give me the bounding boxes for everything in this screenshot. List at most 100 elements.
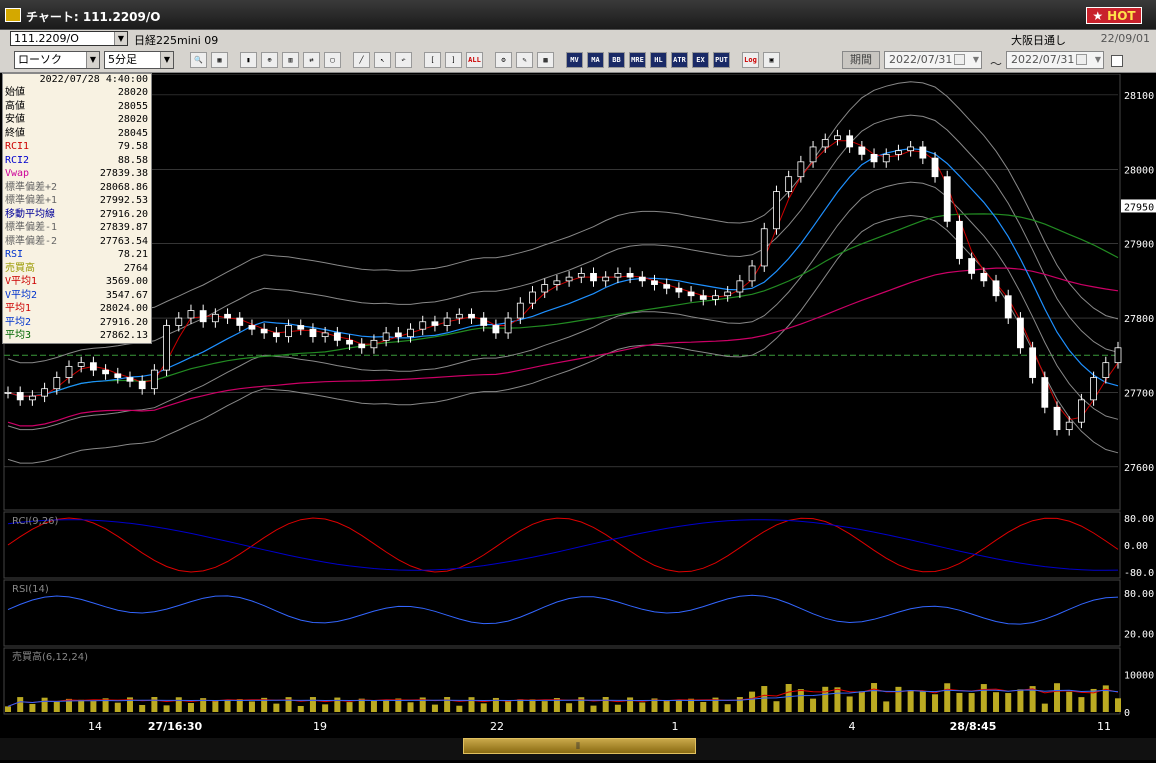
- info-row: V平均2 3547.67: [3, 289, 151, 303]
- settings-icon[interactable]: ⚙: [495, 52, 512, 68]
- candle-body: [1041, 377, 1049, 408]
- layout-icon[interactable]: ▦: [211, 52, 228, 68]
- calendar-icon[interactable]: [1076, 54, 1087, 65]
- candle-body: [919, 146, 927, 159]
- instrument-bar: 111.2209/O ▼ 日経225mini 09 大阪日通し 22/09/01: [0, 30, 1156, 47]
- volume-bar: [883, 701, 890, 712]
- palette-icon[interactable]: ▩: [537, 52, 554, 68]
- price-tick-label: 28100: [1124, 91, 1154, 102]
- info-row: 終値 28045: [3, 127, 151, 141]
- zoom-icon[interactable]: 🔍: [190, 52, 207, 68]
- candle-body: [821, 139, 829, 148]
- volume-bar: [1054, 683, 1061, 712]
- chart-type-select[interactable]: ローソク ▼: [14, 51, 100, 69]
- chevron-down-icon[interactable]: ▼: [973, 52, 979, 68]
- volume-bar: [529, 699, 536, 712]
- info-value: 3547.67: [105, 289, 148, 301]
- ma-icon[interactable]: MA: [587, 52, 604, 68]
- volume-bar: [114, 702, 121, 712]
- bollinger-upper2: [7, 81, 1119, 330]
- candle-body: [785, 176, 793, 192]
- chart-area[interactable]: 28100 28000 27900 27800 27700 27600 27950 RCI(9…: [0, 73, 1156, 760]
- candle-icon[interactable]: ▮: [240, 52, 257, 68]
- volume-bar: [907, 690, 914, 712]
- brush-icon[interactable]: ✎: [516, 52, 533, 68]
- candle-body: [882, 153, 890, 163]
- info-row: 標準偏差-2 27763.54: [3, 235, 151, 249]
- info-value: 3569.00: [105, 276, 148, 287]
- mv-icon[interactable]: MV: [566, 52, 583, 68]
- volume-bar: [41, 697, 48, 712]
- calendar-icon[interactable]: [954, 54, 965, 65]
- trendline-icon[interactable]: ╱: [353, 52, 370, 68]
- volume-bar: [370, 700, 377, 712]
- info-label: 始値: [5, 87, 25, 98]
- candle-body: [431, 321, 439, 326]
- volume-bar: [785, 683, 792, 712]
- info-value: 2764: [123, 262, 148, 274]
- chevron-down-icon[interactable]: ▼: [114, 32, 127, 45]
- date-from-field[interactable]: 2022/07/31 ▼: [884, 51, 982, 69]
- info-value: 28055: [117, 100, 148, 112]
- scroll-thumb[interactable]: ⦀: [463, 738, 696, 754]
- info-row: RSI 78.21: [3, 248, 151, 262]
- volume-bar: [468, 697, 475, 712]
- candle-body: [736, 280, 744, 293]
- bracket-left-icon[interactable]: [: [424, 52, 441, 68]
- volume-bar: [895, 686, 902, 712]
- hl-icon[interactable]: HL: [650, 52, 667, 68]
- candle-body: [382, 332, 390, 341]
- candle-body: [541, 284, 549, 293]
- info-label: Vwap: [5, 168, 30, 179]
- ohlc-info-panel: 2022/07/28 4:40:00 始値 28020 高値 28055 安値 28020…: [2, 73, 152, 344]
- info-timestamp: 2022/07/28 4:40:00: [39, 74, 148, 85]
- info-value: 78.21: [117, 249, 148, 260]
- bb-icon[interactable]: BB: [608, 52, 625, 68]
- date-to-field[interactable]: 2022/07/31 ▼: [1006, 51, 1104, 69]
- atr-icon[interactable]: ATR: [671, 52, 688, 68]
- info-label: 高値: [5, 100, 25, 112]
- blank-icon[interactable]: ▢: [324, 52, 341, 68]
- volume-bar: [248, 701, 255, 712]
- candle-body: [943, 176, 951, 222]
- rsi-pane-frame: [3, 579, 1121, 647]
- symbol-input[interactable]: 111.2209/O ▼: [10, 31, 128, 46]
- log-icon[interactable]: Log: [742, 52, 759, 68]
- period-button[interactable]: 期間: [842, 51, 880, 69]
- info-row: 標準偏差+2 28068.86: [3, 181, 151, 195]
- info-label: 標準偏差-1: [5, 222, 58, 233]
- hot-button[interactable]: ★ HOT: [1086, 7, 1142, 24]
- candle-body: [358, 343, 366, 349]
- price-chart[interactable]: 28100 28000 27900 27800 27700 27600 27950 RCI(9…: [0, 73, 1156, 760]
- bracket-right-icon[interactable]: ]: [445, 52, 462, 68]
- put-icon[interactable]: PUT: [713, 52, 730, 68]
- bar-icon[interactable]: ▥: [282, 52, 299, 68]
- volume-bar: [444, 697, 451, 712]
- rci2-line: [7, 519, 1119, 571]
- magnify-icon[interactable]: ⊕: [261, 52, 278, 68]
- info-row: RCI2 88.58: [3, 154, 151, 168]
- price-tick-label: 27900: [1124, 240, 1154, 251]
- candle-body: [687, 291, 695, 297]
- toolbar: ローソク ▼ 5分足 ▼ 🔍 ▦ ▮ ⊕ ▥ ⇄ ▢ ╱ ↖ ↶ [] ALL ⚙ ✎ ▩ MV MA BB MRE HL…: [0, 47, 1156, 73]
- all-icon[interactable]: ALL: [466, 52, 483, 68]
- interval-select[interactable]: 5分足 ▼: [104, 51, 174, 69]
- candle-body: [663, 284, 671, 289]
- candle-body: [858, 146, 866, 155]
- cursor-icon[interactable]: ↖: [374, 52, 391, 68]
- volume-bar: [139, 704, 146, 712]
- mre-icon[interactable]: MRE: [629, 52, 646, 68]
- symbol-value: 111.2209/O: [14, 32, 79, 45]
- compare-icon[interactable]: ⇄: [303, 52, 320, 68]
- chevron-down-icon[interactable]: ▼: [1095, 52, 1101, 68]
- candle-body: [1053, 406, 1061, 431]
- undo-icon[interactable]: ↶: [395, 52, 412, 68]
- ex-icon[interactable]: EX: [692, 52, 709, 68]
- volume-bar: [773, 701, 780, 712]
- volume-bar: [822, 686, 829, 712]
- window-icon[interactable]: ▣: [763, 52, 780, 68]
- candle-body: [992, 280, 1000, 297]
- realtime-checkbox[interactable]: [1111, 55, 1123, 67]
- candle-body: [797, 161, 805, 178]
- info-value: 27763.54: [99, 235, 148, 247]
